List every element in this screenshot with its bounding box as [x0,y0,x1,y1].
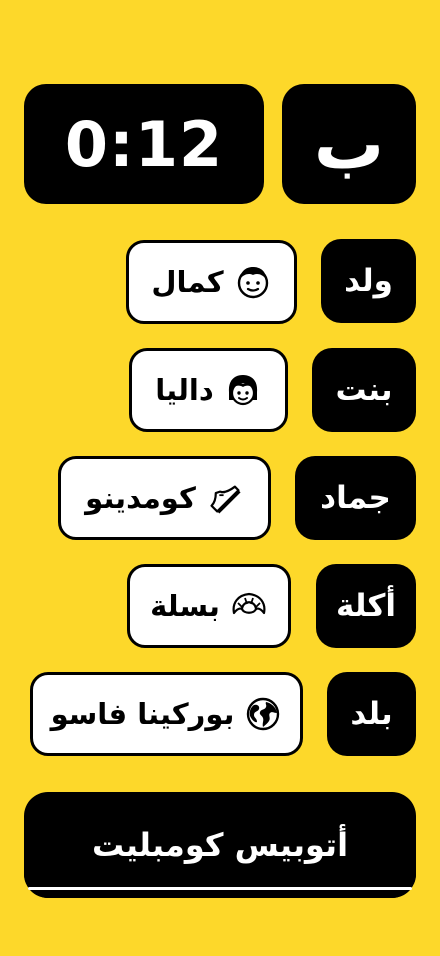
answer-text: كومدينو [85,481,196,515]
answer-field-object[interactable]: كومدينو [58,456,271,540]
answer-text: بسلة [150,589,220,623]
category-label-girl: بنت [312,348,416,432]
submit-button[interactable]: أتوبيس كومبليت [24,792,416,898]
submit-button-label: أتوبيس كومبليت [91,826,349,864]
category-label-text: بلد [350,696,393,732]
category-label-text: بنت [335,372,393,408]
answer-field-girl[interactable]: داليا [129,348,288,432]
category-label-object: جماد [295,456,416,540]
croissant-icon [230,587,268,625]
boy-face-icon [234,263,272,301]
timer-display: 0:12 [24,84,264,204]
category-label-text: أكلة [335,588,397,624]
timer-text: 0:12 [64,107,224,181]
letter-text: ب [313,103,385,185]
category-label-country: بلد [327,672,416,756]
answer-field-boy[interactable]: كمال [126,240,297,324]
category-label-text: جماد [320,480,391,516]
answer-text: كمال [151,265,224,299]
category-label-text: ولد [344,263,393,299]
answer-text: داليا [155,373,214,407]
answer-text: بوركينا فاسو [50,697,235,731]
category-label-food: أكلة [316,564,416,648]
letter-display: ب [282,84,416,204]
answer-field-food[interactable]: بسلة [127,564,291,648]
category-label-boy: ولد [321,239,416,323]
sneaker-icon [206,479,244,517]
answer-field-country[interactable]: بوركينا فاسو [30,672,303,756]
globe-icon [244,695,282,733]
girl-face-icon [224,371,262,409]
